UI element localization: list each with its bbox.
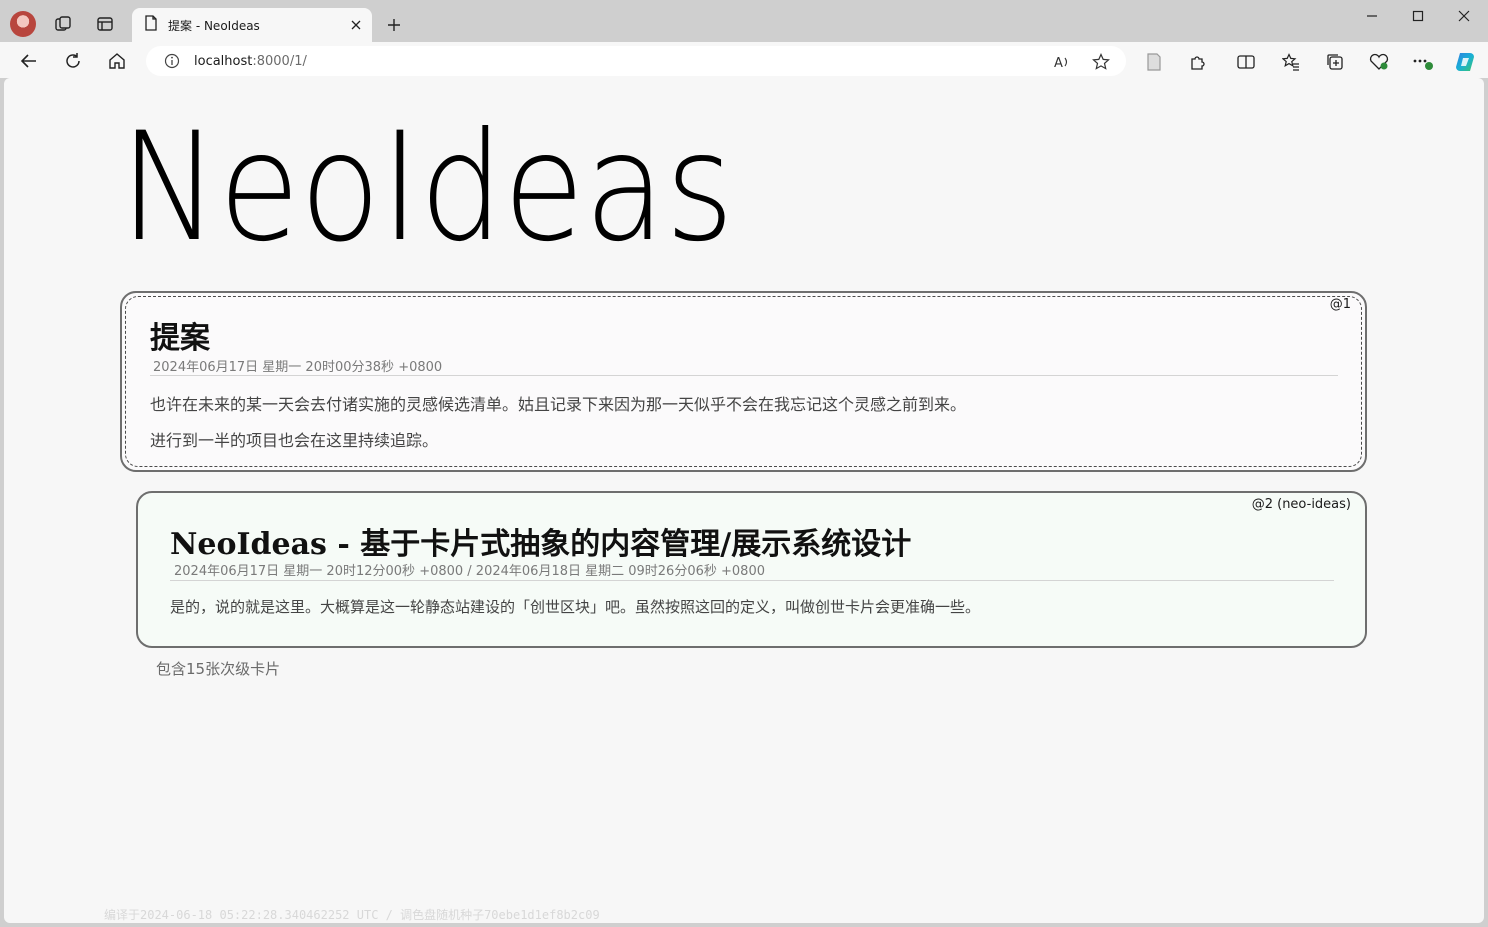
card-paragraph: 进行到一半的项目也会在这里持续追踪。 — [150, 431, 439, 450]
card-title-rest: 基于卡片式抽象的内容管理/展示系统设计 — [349, 527, 912, 562]
url-text[interactable]: localhost:8000/1/ — [194, 54, 1126, 69]
build-footer: 编译于2024-06-18 05:22:28.340462252 UTC / 调… — [104, 908, 600, 922]
card-title[interactable]: NeoIdeas - 基于卡片式抽象的内容管理/展示系统设计 — [170, 519, 911, 563]
browser-titlebar: 提案 - NeoIdeas — [0, 0, 1488, 42]
close-tab-icon[interactable] — [344, 13, 368, 37]
tab-actions-icon[interactable] — [93, 12, 117, 36]
card-paragraph: 也许在未来的某一天会去付诸实施的灵感候选清单。姑且记录下来因为那一天似乎不会在我… — [150, 395, 967, 414]
copilot-icon[interactable] — [1453, 50, 1477, 74]
minimize-icon[interactable] — [1358, 6, 1386, 26]
page-icon — [144, 15, 158, 35]
close-window-icon[interactable] — [1450, 6, 1478, 26]
profile-avatar[interactable] — [10, 11, 36, 37]
refresh-icon[interactable] — [60, 48, 86, 74]
reading-view-icon[interactable] — [1142, 50, 1166, 74]
card-neoideas[interactable]: @2 (neo-ideas) NeoIdeas - 基于卡片式抽象的内容管理/展… — [136, 491, 1367, 648]
collections-icon[interactable] — [1323, 50, 1347, 74]
home-icon[interactable] — [104, 48, 130, 74]
browser-essentials-icon[interactable] — [1367, 50, 1391, 74]
favorites-icon[interactable] — [1279, 50, 1303, 74]
site-logo[interactable]: NeoIdeas — [114, 100, 754, 275]
address-bar[interactable]: localhost:8000/1/ A — [146, 46, 1126, 76]
card-date: 2024年06月17日 星期一 20时12分00秒 +0800 / 2024年0… — [174, 564, 765, 579]
card-title-bold: NeoIdeas - — [170, 527, 350, 562]
tab-title: 提案 - NeoIdeas — [168, 18, 260, 33]
extensions-icon[interactable] — [1186, 50, 1210, 74]
child-cards-count[interactable]: 包含15张次级卡片 — [156, 658, 280, 679]
browser-toolbar: localhost:8000/1/ A — [0, 42, 1488, 78]
logo-text: NeoIdeas — [120, 101, 734, 250]
svg-text:A: A — [1054, 56, 1063, 70]
info-icon[interactable] — [162, 51, 182, 71]
new-tab-button[interactable] — [382, 13, 406, 37]
card-id[interactable]: @2 (neo-ideas) — [1252, 497, 1351, 512]
card-paragraph: 是的，说的就是这里。大概算是这一轮静态站建设的「创世区块」吧。虽然按照这回的定义… — [170, 598, 981, 616]
read-aloud-icon[interactable]: A — [1050, 50, 1074, 74]
workspaces-icon[interactable] — [51, 12, 75, 36]
site-logo-svg: NeoIdeas — [120, 101, 734, 275]
card-divider — [150, 375, 1338, 376]
card-title: 提案 — [150, 321, 210, 356]
more-options-icon[interactable] — [1411, 50, 1435, 74]
card-divider — [170, 580, 1334, 581]
page-viewport: NeoIdeas @1 提案 2024年06月17日 星期一 20时00分38秒… — [4, 78, 1484, 923]
back-arrow-icon[interactable] — [16, 48, 42, 74]
maximize-icon[interactable] — [1404, 6, 1432, 26]
card-date: 2024年06月17日 星期一 20时00分38秒 +0800 — [153, 360, 443, 375]
split-screen-icon[interactable] — [1234, 50, 1258, 74]
tab-active[interactable]: 提案 - NeoIdeas — [132, 8, 372, 42]
favorite-star-icon[interactable] — [1089, 50, 1113, 74]
card-id[interactable]: @1 — [1330, 297, 1351, 312]
card-proposal[interactable]: @1 提案 2024年06月17日 星期一 20时00分38秒 +0800 也许… — [120, 291, 1367, 472]
